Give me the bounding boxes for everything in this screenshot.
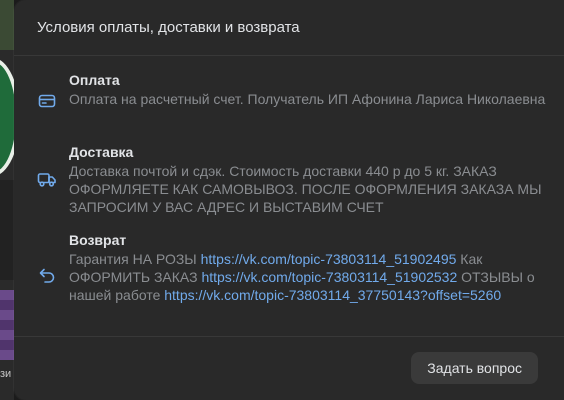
background-page-strip: зи (0, 0, 14, 400)
background-panel (0, 180, 14, 280)
header-divider (14, 55, 564, 56)
return-title: Возврат (69, 232, 127, 248)
return-text: Гарантия НА РОЗЫ https://vk.com/topic-73… (69, 250, 549, 304)
background-photo (0, 0, 14, 50)
link-order-howto[interactable]: https://vk.com/topic-73803114_51902532 (201, 269, 457, 285)
truck-icon (37, 169, 57, 189)
payment-text: Оплата на расчетный счет. Получатель ИП … (69, 91, 546, 107)
return-text-guarantee: Гарантия НА РОЗЫ (69, 251, 197, 267)
background-image (0, 290, 14, 360)
background-logo (0, 58, 14, 176)
card-icon (37, 91, 57, 111)
terms-modal: Условия оплаты, доставки и возврата Опла… (14, 0, 564, 400)
payment-title: Оплата (69, 72, 120, 88)
background-text: зи (0, 368, 12, 380)
return-arrow-icon (37, 265, 57, 285)
link-reviews[interactable]: https://vk.com/topic-73803114_37750143?o… (164, 287, 501, 303)
link-guarantee[interactable]: https://vk.com/topic-73803114_51902495 (201, 251, 457, 267)
modal-title: Условия оплаты, доставки и возврата (37, 19, 300, 36)
delivery-title: Доставка (69, 144, 134, 160)
ask-question-button[interactable]: Задать вопрос (411, 352, 538, 384)
delivery-text: Доставка почтой и сдэк. Стоимость достав… (69, 163, 542, 215)
footer-divider (14, 336, 564, 337)
